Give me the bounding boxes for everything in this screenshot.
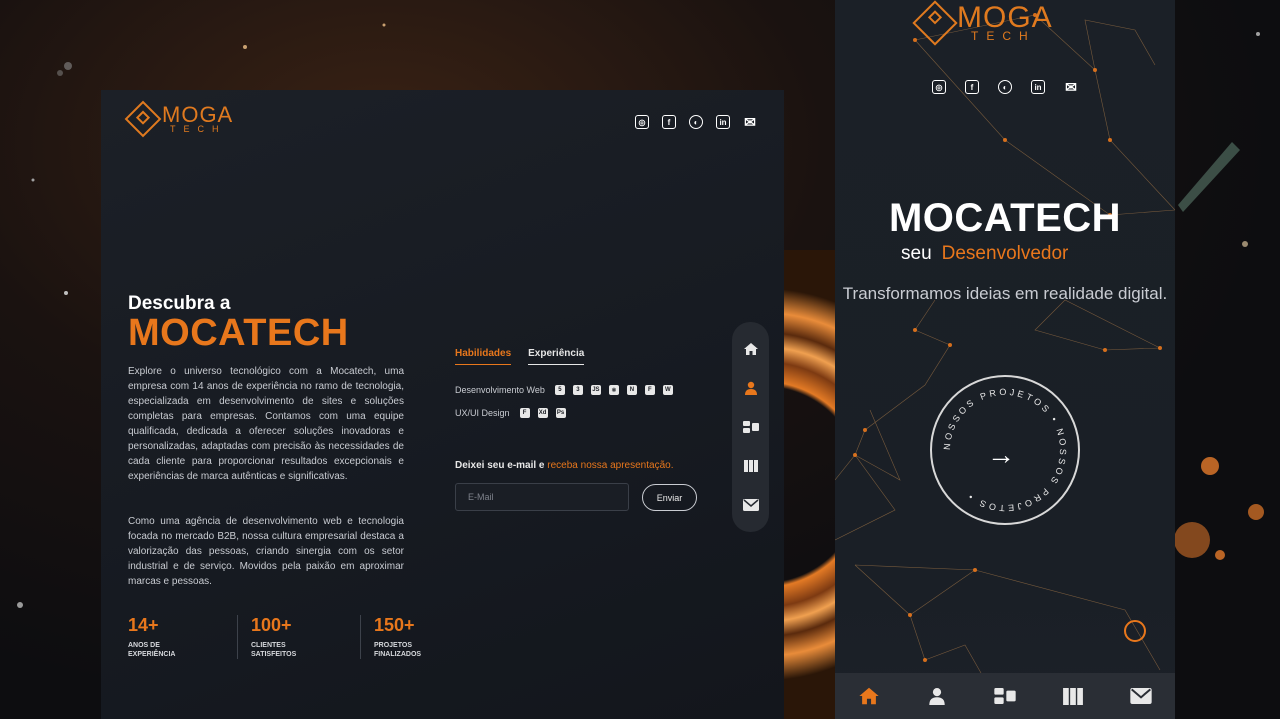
skill-row-design: UX/UI Design F Xd Ps [455,408,566,418]
side-nav [732,322,769,532]
social-links: ◎ f ◐ in ✉ [932,79,1078,95]
brand-logo[interactable]: MOGA TECH [124,100,234,138]
services-icon[interactable] [994,686,1016,706]
home-icon[interactable] [858,686,880,706]
framer-icon: F [644,385,655,395]
about-paragraph-2: Como uma agência de desenvolvimento web … [128,516,404,587]
github-icon[interactable]: ◐ [998,80,1012,94]
stat-clients: 100+ CLIENTES SATISFEITOS [237,615,360,659]
javascript-icon: JS [590,385,601,395]
figma-icon: F [519,408,530,418]
photoshop-icon: Ps [555,408,566,418]
mail-icon[interactable]: ✉ [743,114,757,130]
desktop-mockup: MOGA TECH ◎ f ◐ in ✉ Descubra a MOCATECH… [101,90,784,719]
github-icon[interactable]: ◐ [689,115,703,129]
social-links: ◎ f ◐ in ✉ [635,114,757,130]
user-icon[interactable] [743,381,759,396]
logo-mark-icon [912,0,958,46]
portfolio-icon[interactable] [1062,686,1083,706]
adobe-xd-icon: Xd [537,408,548,418]
mobile-hero-description: Transformamos ideias em realidade digita… [842,284,1168,303]
logo-main-text: MOGA [957,1,1053,34]
stat-years: 14+ ANOS DE EXPERIÊNCIA [128,615,176,658]
logo-sub-text: TECH [170,123,227,134]
html5-icon: 5 [554,385,565,395]
linkedin-icon[interactable]: in [1031,80,1045,94]
decorative-swirl [784,250,835,719]
css3-icon: 3 [572,385,583,395]
skills-tabs: Habilidades Experiência [455,348,585,365]
tab-skills[interactable]: Habilidades [455,348,512,365]
brand-logo[interactable]: MOGA TECH [912,0,1053,46]
portfolio-icon[interactable] [743,459,759,473]
instagram-icon[interactable]: ◎ [932,80,946,94]
newsletter-text: Deixei seu e-mail e receba nossa apresen… [455,460,674,471]
logo-mark-icon [124,100,162,138]
mail-icon[interactable] [1129,686,1152,706]
projects-badge-button[interactable]: NOSSOS PROJETOS • NOSSOS PROJETOS • → [930,375,1080,525]
react-icon: ⚛ [608,385,619,395]
linkedin-icon[interactable]: in [716,115,730,129]
user-icon[interactable] [927,686,947,706]
tab-experience[interactable]: Experiência [528,348,585,365]
skill-label: Desenvolvimento Web [455,385,545,395]
wordpress-icon: W [662,385,673,395]
skill-row-web: Desenvolvimento Web 5 3 JS ⚛ N F W [455,385,673,395]
skill-label: UX/UI Design [455,408,510,418]
network-lines-decoration [835,13,1175,681]
hero-title: MOCATECH [128,312,349,354]
facebook-icon[interactable]: f [662,115,676,129]
stats-row: 14+ ANOS DE EXPERIÊNCIA 100+ CLIENTES SA… [128,615,483,659]
arrow-right-icon: → [987,439,1015,470]
nextjs-icon: N [626,385,637,395]
mail-icon[interactable] [742,498,759,512]
mobile-hero-subtitle: seu Desenvolvedor [901,243,1069,264]
services-icon[interactable] [742,420,759,434]
mobile-hero-title: MOCATECH [888,196,1122,240]
stat-projects: 150+ PROJETOS FINALIZADOS [360,615,483,659]
mobile-bottom-nav [835,673,1175,719]
email-field[interactable] [455,483,629,511]
instagram-icon[interactable]: ◎ [635,115,649,129]
mobile-mockup: MOGA TECH ◎ f ◐ in ✉ MOCATECH seu Desenvo… [835,0,1175,719]
about-paragraph-1: Explore o universo tecnológico com a Moc… [128,366,404,482]
mail-icon[interactable]: ✉ [1064,79,1078,95]
logo-main-text: MOGA [162,102,234,127]
whatsapp-icon[interactable] [1124,620,1146,642]
facebook-icon[interactable]: f [965,80,979,94]
send-button[interactable]: Enviar [642,484,697,511]
home-icon[interactable] [743,342,759,356]
